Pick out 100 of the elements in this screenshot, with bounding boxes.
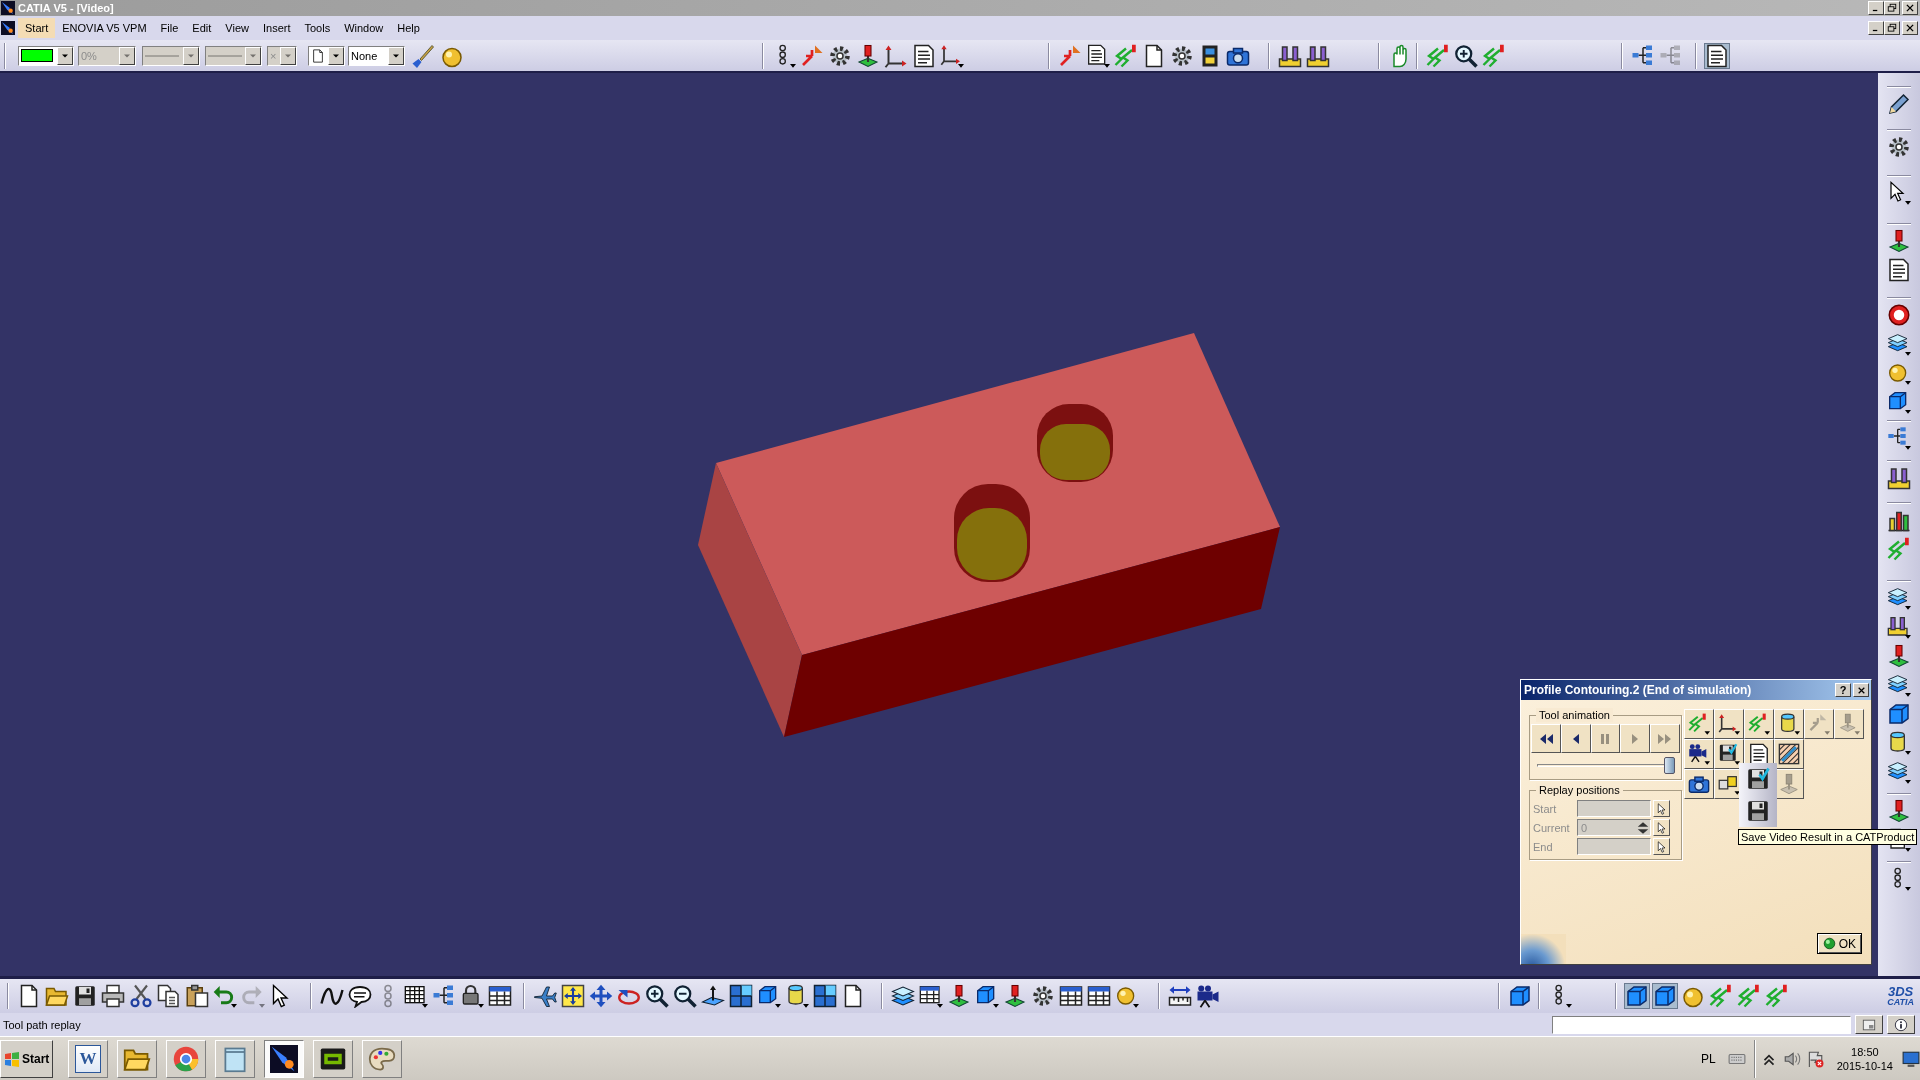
zigzag-path-icon[interactable] [1765, 984, 1789, 1008]
table-icon[interactable] [919, 984, 943, 1008]
speaker-icon[interactable] [1782, 1049, 1801, 1068]
color-dropdown[interactable] [18, 45, 74, 66]
paintbrush-icon[interactable] [411, 43, 435, 68]
command-button[interactable] [1684, 709, 1714, 739]
pin-icon[interactable] [1003, 984, 1027, 1008]
four-panes-icon[interactable] [813, 984, 837, 1008]
menu-item[interactable]: Window [337, 18, 391, 38]
pocket-icon[interactable] [1278, 43, 1302, 68]
clock-time[interactable]: 18:50 [1851, 1044, 1879, 1059]
comet-icon[interactable] [1, 21, 15, 35]
pin-icon[interactable] [1887, 644, 1911, 668]
cursor-icon[interactable] [1887, 181, 1911, 205]
axis-icon[interactable] [940, 43, 964, 68]
layers-icon[interactable] [891, 984, 915, 1008]
start-button[interactable]: Start [0, 1039, 53, 1078]
plane-arrow-icon[interactable] [701, 984, 725, 1008]
arrows-icon[interactable] [800, 43, 824, 68]
pocket-icon[interactable] [1887, 466, 1911, 490]
cylinder-icon[interactable] [1887, 731, 1911, 755]
minimize-button[interactable] [1868, 1, 1884, 15]
close-button[interactable] [1902, 21, 1918, 35]
help-button[interactable]: ? [1835, 683, 1851, 697]
close-button[interactable] [1853, 683, 1869, 697]
cube-icon[interactable] [1887, 702, 1911, 726]
pocket-icon[interactable] [1887, 615, 1911, 639]
table-icon[interactable] [1087, 984, 1111, 1008]
node-tree-icon[interactable] [1631, 43, 1655, 68]
command-button[interactable] [1774, 739, 1804, 769]
undo-icon[interactable] [213, 984, 237, 1008]
menu-item[interactable]: Help [390, 18, 427, 38]
pick-button[interactable] [1653, 800, 1670, 817]
pin-icon[interactable] [1887, 229, 1911, 253]
airplane-icon[interactable] [533, 984, 557, 1008]
four-panes-icon[interactable] [729, 984, 753, 1008]
document-icon[interactable] [1705, 43, 1729, 68]
restore-button[interactable] [1884, 1, 1900, 15]
taskbar-button[interactable]: W [68, 1039, 108, 1078]
layers-icon[interactable] [1887, 332, 1911, 356]
menu-item[interactable]: View [218, 18, 256, 38]
panel-button[interactable] [1855, 1015, 1883, 1034]
document-icon[interactable] [1086, 43, 1110, 68]
gear-icon[interactable] [1887, 135, 1911, 159]
zigzag-path-icon[interactable] [1887, 537, 1911, 561]
four-arrows-icon[interactable] [589, 984, 613, 1008]
slider-thumb[interactable] [1664, 757, 1675, 774]
command-button[interactable] [1684, 739, 1714, 769]
ruler-icon[interactable] [1168, 984, 1192, 1008]
document-icon[interactable] [1887, 258, 1911, 282]
pick-button[interactable] [1653, 838, 1670, 855]
node-tree-icon[interactable] [432, 984, 456, 1008]
printer-icon[interactable] [101, 984, 125, 1008]
language-indicator[interactable]: PL [1701, 1051, 1716, 1066]
clock-date[interactable]: 2015-10-14 [1836, 1058, 1893, 1073]
arrows-icon[interactable] [1058, 43, 1082, 68]
copy-icon[interactable] [157, 984, 181, 1008]
layers-icon[interactable] [1887, 586, 1911, 610]
clipboard-icon[interactable] [185, 984, 209, 1008]
step-back-button[interactable] [1560, 724, 1591, 753]
monitor-icon[interactable] [1902, 1049, 1920, 1068]
menu-item[interactable]: Start [18, 18, 56, 38]
axis-icon[interactable] [884, 43, 908, 68]
cube-icon[interactable] [1508, 984, 1532, 1008]
speech-bubble-icon[interactable] [348, 984, 372, 1008]
command-button[interactable] [1744, 709, 1774, 739]
sphere-icon[interactable] [1887, 361, 1911, 385]
pin-icon[interactable] [1887, 799, 1911, 823]
cube-icon[interactable] [975, 984, 999, 1008]
command-button[interactable] [1774, 709, 1804, 739]
ring-icon[interactable] [1887, 303, 1911, 327]
command-button[interactable] [1714, 739, 1744, 769]
fit-frame-icon[interactable] [561, 984, 585, 1008]
layers-icon[interactable] [1887, 760, 1911, 784]
pin-icon[interactable] [856, 43, 880, 68]
layers-icon[interactable] [1887, 673, 1911, 697]
close-button[interactable] [1902, 1, 1918, 15]
pocket-icon[interactable] [1306, 43, 1330, 68]
zoom-in-icon[interactable] [645, 984, 669, 1008]
cube-icon[interactable] [1625, 984, 1649, 1008]
zigzag-path-icon[interactable] [1114, 43, 1138, 68]
menu-item[interactable]: Edit [185, 18, 219, 38]
command-button[interactable] [1714, 709, 1744, 739]
pick-button[interactable] [1653, 819, 1670, 836]
cube-icon[interactable] [1653, 984, 1677, 1008]
layer-dropdown[interactable]: None [348, 45, 405, 66]
menu-item[interactable]: Insert [255, 18, 298, 38]
floppy-check-icon[interactable] [1746, 767, 1770, 791]
rendering-dropdown[interactable] [308, 45, 345, 66]
cube-icon[interactable] [1887, 390, 1911, 414]
scissors-icon[interactable] [129, 984, 153, 1008]
menu-item[interactable]: ENOVIA V5 VPM [55, 18, 154, 38]
minimize-button[interactable] [1868, 21, 1884, 35]
rewind-button[interactable] [1531, 724, 1561, 753]
menu-item[interactable]: Tools [297, 18, 338, 38]
pin-icon[interactable] [947, 984, 971, 1008]
video-camera-icon[interactable] [1196, 984, 1220, 1008]
zigzag-path-icon[interactable] [1426, 43, 1450, 68]
zigzag-path-icon[interactable] [1482, 43, 1506, 68]
info-button[interactable] [1887, 1015, 1915, 1034]
